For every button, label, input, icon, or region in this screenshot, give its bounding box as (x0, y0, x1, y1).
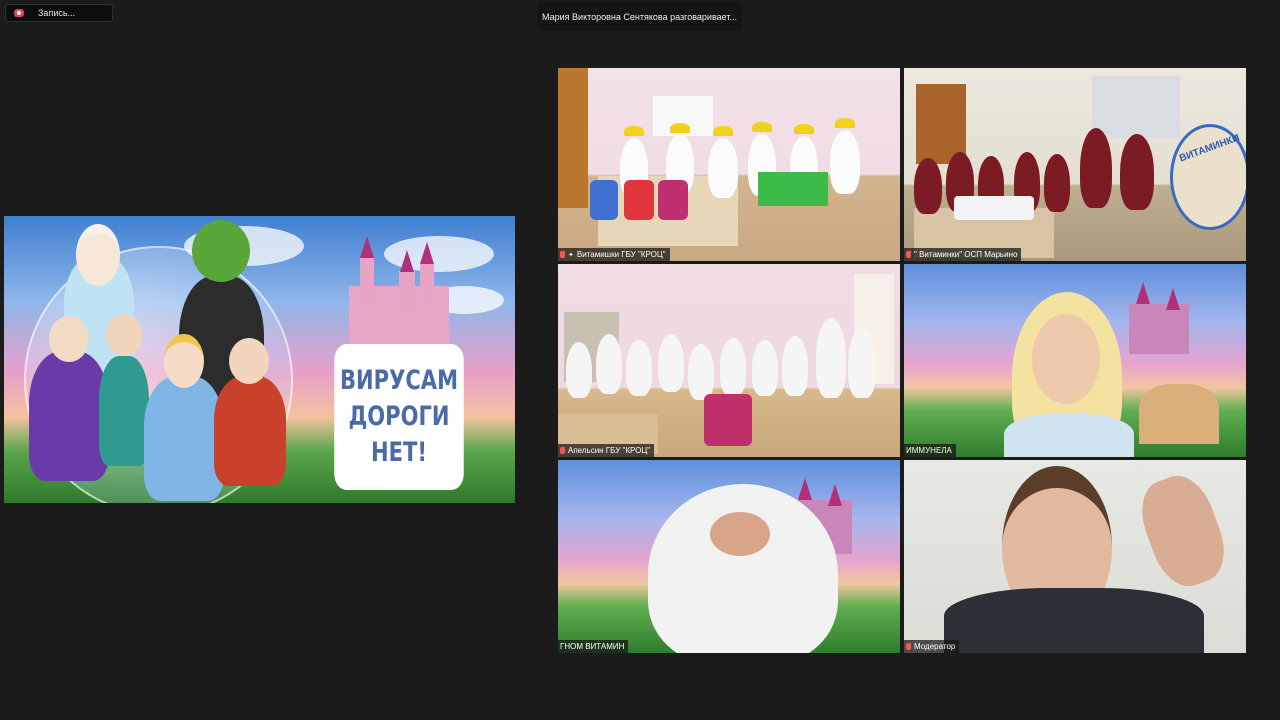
video-tile-2[interactable]: ВИТАМИНКИ " Витаминки" ОСП Марьино (904, 68, 1246, 261)
video-tile-4[interactable]: ИММУНЕЛА (904, 264, 1246, 457)
participant-label: ИММУНЕЛА (904, 444, 956, 457)
video-tile-5[interactable]: ГНОМ ВИТАМИН (558, 460, 900, 653)
participant-name: ГНОМ ВИТАМИН (560, 642, 625, 651)
slogan-line-2: ДОРОГИ (348, 401, 450, 432)
slogan-line-1: ВИРУСАМ (339, 365, 459, 396)
participant-label: ✦ Витамишки ГБУ "КРОЦ" (558, 248, 670, 261)
shared-screen: ВИРУСАМ ДОРОГИ НЕТ! (4, 216, 515, 503)
participant-name: Модератор (914, 642, 956, 651)
muted-mic-icon (560, 251, 565, 258)
vitaminki-sign: ВИТАМИНКИ (1170, 124, 1246, 230)
slogan-line-3: НЕТ! (371, 437, 427, 468)
slogan-card: ВИРУСАМ ДОРОГИ НЕТ! (334, 344, 464, 490)
record-icon (14, 9, 24, 17)
video-tile-3[interactable]: Апельсин ГБУ "КРОЦ" (558, 264, 900, 457)
participant-label: ГНОМ ВИТАМИН (558, 640, 629, 653)
muted-mic-icon (906, 251, 911, 258)
participant-label: " Витаминки" ОСП Марьино (904, 248, 1022, 261)
video-tile-6[interactable]: Модератор (904, 460, 1246, 653)
recording-indicator[interactable]: Запись... (5, 4, 113, 22)
pin-icon: ✦ (568, 251, 574, 259)
participant-name: Витамишки ГБУ "КРОЦ" (576, 250, 666, 259)
participant-name: " Витаминки" ОСП Марьино (914, 250, 1018, 259)
participant-label: Модератор (904, 640, 960, 653)
active-speaker-banner: Мария Викторовна Сентякова разговаривает… (537, 2, 742, 31)
muted-mic-icon (560, 447, 565, 454)
recording-label: Запись... (38, 8, 76, 18)
participant-name: ИММУНЕЛА (906, 446, 952, 455)
participant-name: Апельсин ГБУ "КРОЦ" (568, 446, 651, 455)
participant-label: Апельсин ГБУ "КРОЦ" (558, 444, 655, 457)
video-tile-1[interactable]: ✦ Витамишки ГБУ "КРОЦ" (558, 68, 900, 261)
muted-mic-icon (906, 643, 911, 650)
